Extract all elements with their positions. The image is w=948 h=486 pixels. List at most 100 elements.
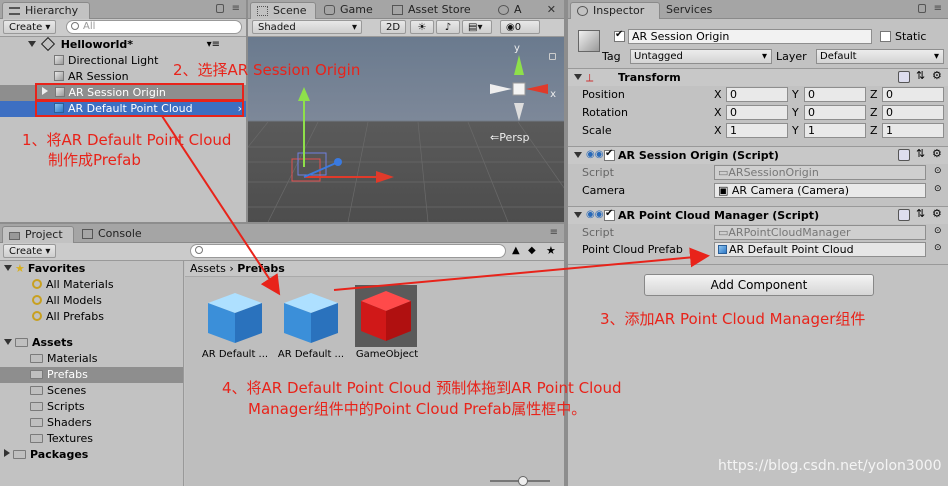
effects-dropdown[interactable]: ▤▾ [462, 20, 492, 34]
component-enabled-checkbox[interactable] [604, 148, 615, 161]
lighting-toggle[interactable]: ☀ [410, 20, 434, 34]
menu-icon[interactable]: ≡ [232, 3, 240, 14]
close-icon[interactable]: ✕ [547, 3, 556, 16]
lock-icon[interactable] [549, 53, 556, 60]
z-axis-handle[interactable] [334, 158, 342, 166]
scale-y-field[interactable]: 1 [804, 123, 866, 138]
filter-type-icon[interactable]: ▲ [512, 245, 520, 256]
position-z-field[interactable]: 0 [882, 87, 944, 102]
object-name-field[interactable]: AR Session Origin [628, 29, 872, 44]
collapse-icon[interactable] [4, 449, 10, 457]
expand-icon[interactable] [4, 339, 12, 345]
asset-tile[interactable]: GameObject [349, 285, 425, 360]
expand-icon[interactable] [574, 212, 582, 218]
help-icon[interactable] [898, 149, 910, 161]
rotation-z-field[interactable]: 0 [882, 105, 944, 120]
scene-menu-icon[interactable]: ▾≡ [207, 37, 220, 53]
filter-label-icon[interactable]: ◆ [528, 245, 536, 256]
hierarchy-search-input[interactable]: All [66, 20, 242, 34]
project-search-input[interactable] [190, 244, 506, 258]
splitter[interactable] [246, 0, 248, 222]
hidden-objects-toggle[interactable]: ◉0 [500, 20, 540, 34]
layer-dropdown[interactable]: Default ▾ [816, 49, 944, 64]
folder-item-selected[interactable]: Prefabs [0, 367, 183, 383]
scale-z-field[interactable]: 1 [882, 123, 944, 138]
rotation-y-field[interactable]: 0 [804, 105, 866, 120]
point-cloud-manager-header[interactable]: ◉◉ AR Point Cloud Manager (Script) ⇅ ⚙ [568, 206, 948, 224]
audio-toggle[interactable]: ♪ [436, 20, 460, 34]
expand-icon[interactable] [28, 41, 36, 47]
field-value: 0 [886, 106, 893, 119]
tab-console[interactable]: Console [76, 226, 156, 243]
favorite-item[interactable]: All Prefabs [0, 309, 183, 325]
lock-icon[interactable] [918, 4, 926, 13]
component-enabled-checkbox[interactable] [604, 208, 615, 221]
menu-icon[interactable]: ≡ [550, 227, 558, 238]
object-picker-icon[interactable]: ⊙ [934, 243, 942, 253]
2d-toggle[interactable]: 2D [380, 20, 407, 34]
asset-tile[interactable]: AR Default ... [197, 285, 273, 360]
favorite-item[interactable]: All Models [0, 293, 183, 309]
lock-icon[interactable] [216, 4, 224, 13]
gear-icon[interactable]: ⚙ [932, 69, 942, 82]
create-button[interactable]: Create ▾ [3, 244, 57, 258]
tab-animator[interactable]: A [492, 2, 536, 19]
splitter[interactable] [0, 222, 564, 224]
position-x-field[interactable]: 0 [726, 87, 788, 102]
packages-header[interactable]: Packages [0, 447, 183, 463]
camera-field[interactable]: ▣ AR Camera (Camera) [714, 183, 926, 198]
create-button[interactable]: Create ▾ [3, 20, 57, 34]
zoom-slider[interactable] [490, 476, 550, 486]
expand-icon[interactable] [574, 152, 582, 158]
assets-header[interactable]: Assets [0, 335, 183, 351]
help-icon[interactable] [898, 71, 910, 83]
add-component-button[interactable]: Add Component [644, 274, 874, 296]
settings-icon[interactable]: ⇅ [916, 69, 925, 82]
transform-header[interactable]: ⟂ Transform ⇅ ⚙ [568, 68, 948, 86]
tag-dropdown[interactable]: Untagged ▾ [630, 49, 772, 64]
tab-game[interactable]: Game [318, 2, 384, 19]
object-picker-icon[interactable]: ⊙ [934, 184, 942, 194]
active-checkbox[interactable] [614, 29, 625, 42]
folder-item[interactable]: Scenes [0, 383, 183, 399]
star-icon[interactable]: ★ [546, 244, 556, 257]
menu-icon[interactable]: ≡ [934, 3, 942, 14]
tab-inspector[interactable]: Inspector [570, 2, 660, 19]
folder-item[interactable]: Scripts [0, 399, 183, 415]
settings-icon[interactable]: ⇅ [916, 147, 925, 160]
point-cloud-prefab-field[interactable]: AR Default Point Cloud [714, 242, 926, 257]
scene-root[interactable]: Helloworld* ▾≡ [0, 36, 246, 53]
scale-x-field[interactable]: 1 [726, 123, 788, 138]
slider-thumb[interactable] [518, 476, 528, 486]
tab-asset-store[interactable]: Asset Store [386, 2, 490, 19]
object-picker-icon[interactable]: ⊙ [934, 226, 942, 236]
shading-dropdown[interactable]: Shaded ▾ [252, 20, 362, 34]
folder-item[interactable]: Materials [0, 351, 183, 367]
persp-label[interactable]: ⇐Persp [490, 131, 529, 144]
favorites-header[interactable]: ★ Favorites [0, 261, 183, 277]
breadcrumb-item-current[interactable]: Prefabs [237, 262, 285, 275]
tab-hierarchy[interactable]: Hierarchy [2, 2, 90, 19]
asset-tile[interactable]: AR Default ... [273, 285, 349, 360]
axis-label-x: X [714, 124, 722, 137]
session-origin-header[interactable]: ◉◉ AR Session Origin (Script) ⇅ ⚙ [568, 146, 948, 164]
tab-scene[interactable]: Scene [250, 2, 316, 19]
static-checkbox[interactable] [880, 31, 891, 42]
folder-item[interactable]: Shaders [0, 415, 183, 431]
object-picker-icon[interactable]: ⊙ [934, 166, 942, 176]
tab-project[interactable]: Project [2, 226, 74, 243]
favorite-item[interactable]: All Materials [0, 277, 183, 293]
tab-services[interactable]: Services [660, 2, 730, 19]
rotation-x-field[interactable]: 0 [726, 105, 788, 120]
expand-icon[interactable] [574, 74, 582, 80]
folder-item[interactable]: Textures [0, 431, 183, 447]
gear-icon[interactable]: ⚙ [932, 147, 942, 160]
settings-icon[interactable]: ⇅ [916, 207, 925, 220]
script-file-icon: ▭ [718, 226, 729, 239]
expand-icon[interactable] [4, 265, 12, 271]
gear-icon[interactable]: ⚙ [932, 207, 942, 220]
position-y-field[interactable]: 0 [804, 87, 866, 102]
help-icon[interactable] [898, 209, 910, 221]
breadcrumb-item[interactable]: Assets [190, 262, 226, 275]
orientation-gizmo[interactable]: y x [484, 43, 556, 127]
